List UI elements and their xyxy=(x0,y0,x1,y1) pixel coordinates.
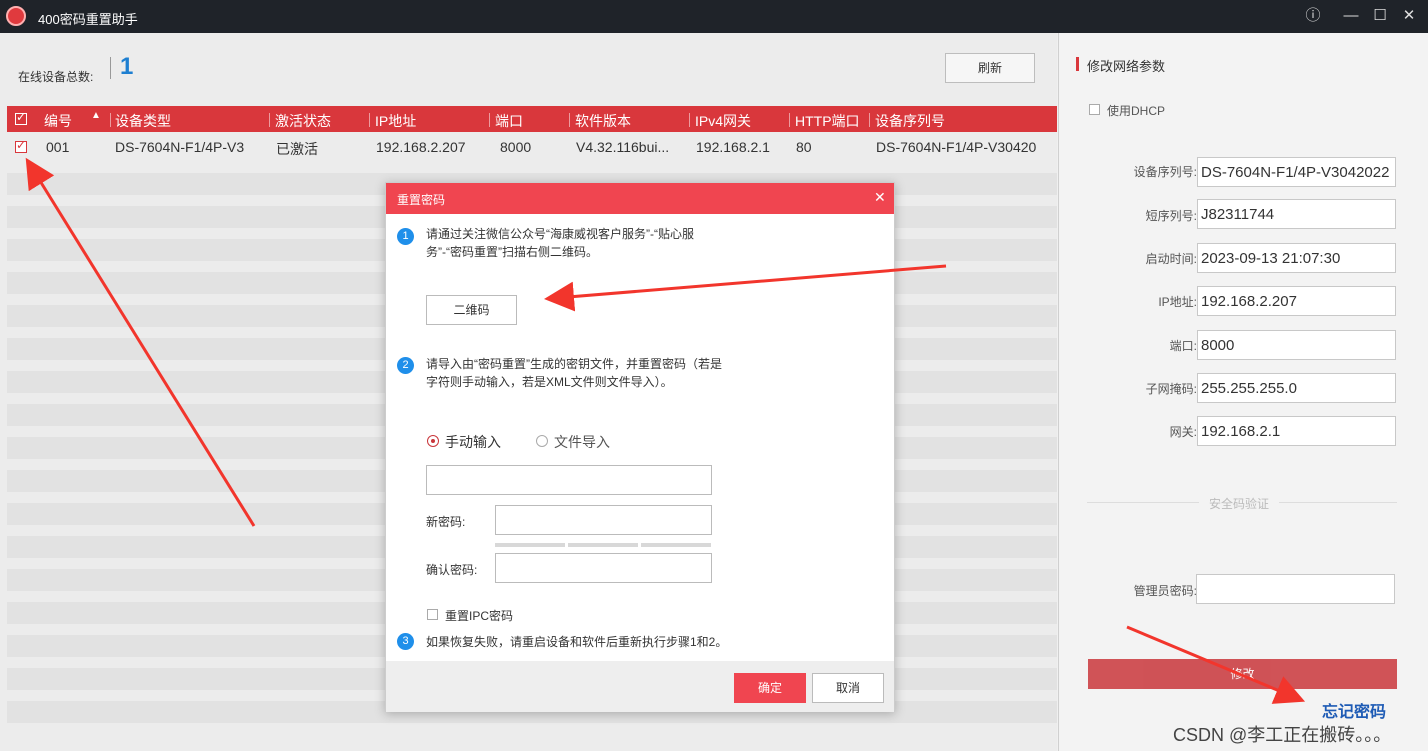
step-3-text: 如果恢复失败，请重启设备和软件后重新执行步骤1和2。 xyxy=(426,635,728,649)
info-icon[interactable]: ⓘ xyxy=(1303,6,1323,26)
port-field[interactable]: 8000 xyxy=(1197,330,1396,360)
boot-time-field[interactable]: 2023-09-13 21:07:30 xyxy=(1197,243,1396,273)
close-icon[interactable]: ✕ xyxy=(1399,6,1419,26)
cancel-button[interactable]: 取消 xyxy=(812,673,884,703)
sort-asc-icon[interactable]: ▲ xyxy=(91,110,101,121)
gateway-label: 网关: xyxy=(1169,425,1197,439)
title-bar: 400密码重置助手 ⓘ — ☐ ✕ xyxy=(0,0,1428,33)
column-divider xyxy=(489,113,490,127)
dhcp-label: 使用DHCP xyxy=(1107,104,1166,118)
file-import-label[interactable]: 文件导入 xyxy=(554,432,610,452)
row-checkbox[interactable] xyxy=(15,138,27,153)
column-header-ip[interactable]: IP地址 xyxy=(375,111,416,131)
column-divider xyxy=(689,113,690,127)
serial-field[interactable]: DS-7604N-F1/4P-V3042022 xyxy=(1197,157,1396,187)
short-serial-field[interactable]: J82311744 xyxy=(1197,199,1396,229)
subnet-mask-field[interactable]: 255.255.255.0 xyxy=(1197,373,1396,403)
security-code-divider-label[interactable]: 安全码验证 xyxy=(1199,495,1280,512)
admin-password-label: 管理员密码: xyxy=(1133,584,1197,598)
qr-code-button[interactable]: 二维码 xyxy=(426,295,517,325)
password-strength-bar xyxy=(641,543,711,547)
divider xyxy=(110,57,111,79)
window-title: 400密码重置助手 xyxy=(38,12,138,27)
password-strength-bar xyxy=(495,543,565,547)
key-input[interactable] xyxy=(426,465,712,495)
column-divider xyxy=(110,113,111,127)
app-logo-icon xyxy=(6,6,26,26)
confirm-password-label: 确认密码: xyxy=(426,563,478,577)
serial-label: 设备序列号: xyxy=(1133,165,1197,179)
refresh-button[interactable]: 刷新 xyxy=(945,53,1035,83)
port-label: 端口: xyxy=(1169,339,1197,353)
cell-gateway: 192.168.2.1 xyxy=(696,139,770,155)
column-divider xyxy=(269,113,270,127)
ip-field[interactable]: 192.168.2.207 xyxy=(1197,286,1396,316)
new-password-label: 新密码: xyxy=(426,515,466,529)
column-header-id[interactable]: 编号 xyxy=(44,111,72,131)
cell-version: V4.32.116bui... xyxy=(576,139,670,155)
gateway-field[interactable]: 192.168.2.1 xyxy=(1197,416,1396,446)
dialog-close-icon[interactable]: ✕ xyxy=(874,189,886,206)
confirm-button[interactable]: 确定 xyxy=(734,673,806,703)
heading-accent xyxy=(1076,57,1079,71)
step-1-badge: 1 xyxy=(397,228,414,245)
cell-type: DS-7604N-F1/4P-V3 xyxy=(115,139,245,155)
reset-ipc-label[interactable]: 重置IPC密码 xyxy=(445,607,513,624)
maximize-icon[interactable]: ☐ xyxy=(1370,6,1390,26)
dialog-header: 重置密码 ✕ xyxy=(386,183,894,214)
minimize-icon[interactable]: — xyxy=(1341,6,1361,26)
cell-port: 8000 xyxy=(500,139,532,155)
admin-password-field[interactable] xyxy=(1196,574,1395,604)
column-header-port[interactable]: 端口 xyxy=(495,111,523,131)
step-1-text-line2: 务”-“密码重置”扫描右侧二维码。 xyxy=(426,245,598,259)
cell-http-port: 80 xyxy=(796,139,812,155)
dhcp-checkbox[interactable] xyxy=(1089,104,1100,115)
device-total-count: 1 xyxy=(120,53,134,80)
password-strength-bar xyxy=(568,543,638,547)
network-params-panel: 修改网络参数 使用DHCP 设备序列号: DS-7604N-F1/4P-V304… xyxy=(1058,33,1428,751)
table-row[interactable]: 001 DS-7604N-F1/4P-V3 已激活 192.168.2.207 … xyxy=(7,132,1057,162)
cell-id: 001 xyxy=(46,139,70,155)
confirm-password-field[interactable] xyxy=(495,553,712,583)
file-import-radio[interactable] xyxy=(536,435,548,447)
column-header-serial[interactable]: 设备序列号 xyxy=(875,111,945,131)
column-header-http-port[interactable]: HTTP端口 xyxy=(795,111,860,131)
step-2-badge: 2 xyxy=(397,357,414,374)
reset-ipc-checkbox[interactable] xyxy=(427,609,438,620)
cell-status: 已激活 xyxy=(276,141,318,157)
column-divider xyxy=(569,113,570,127)
column-divider xyxy=(869,113,870,127)
table-header: 编号 ▲ 设备类型 激活状态 IP地址 端口 软件版本 IPv4网关 HTTP端… xyxy=(7,106,1057,132)
column-divider xyxy=(789,113,790,127)
manual-input-radio[interactable] xyxy=(427,435,439,447)
modify-button[interactable]: 修改 xyxy=(1088,659,1397,689)
ip-label: IP地址: xyxy=(1158,295,1197,309)
panel-heading: 修改网络参数 xyxy=(1087,59,1166,74)
csdn-watermark: CSDN @李工正在搬砖。。。 xyxy=(1173,725,1392,745)
dialog-title: 重置密码 xyxy=(397,193,446,207)
step-3-badge: 3 xyxy=(397,633,414,650)
new-password-field[interactable] xyxy=(495,505,712,535)
column-divider xyxy=(369,113,370,127)
device-total-label: 在线设备总数: xyxy=(18,70,94,84)
column-header-status[interactable]: 激活状态 xyxy=(275,111,331,131)
forget-password-link[interactable]: 忘记密码 xyxy=(1322,698,1386,722)
column-header-type[interactable]: 设备类型 xyxy=(115,111,171,131)
step-1-text-line1: 请通过关注微信公众号“海康威视客户服务”-“贴心服 xyxy=(426,227,694,241)
step-2-text-line2: 字符则手动输入，若是XML文件则文件导入）。 xyxy=(426,375,673,389)
select-all-checkbox[interactable] xyxy=(15,110,27,125)
boot-time-label: 启动时间: xyxy=(1145,252,1197,266)
manual-input-label[interactable]: 手动输入 xyxy=(445,432,501,452)
reset-password-dialog: 重置密码 ✕ 1 请通过关注微信公众号“海康威视客户服务”-“贴心服 务”-“密… xyxy=(385,182,895,712)
device-table: 编号 ▲ 设备类型 激活状态 IP地址 端口 软件版本 IPv4网关 HTTP端… xyxy=(7,106,1057,162)
column-header-version[interactable]: 软件版本 xyxy=(575,111,631,131)
cell-serial: DS-7604N-F1/4P-V30420 xyxy=(876,139,1037,155)
cell-ip: 192.168.2.207 xyxy=(376,139,466,155)
column-header-gateway[interactable]: IPv4网关 xyxy=(695,111,751,131)
step-2-text-line1: 请导入由“密码重置”生成的密钥文件，并重置密码（若是 xyxy=(426,357,722,371)
short-serial-label: 短序列号: xyxy=(1145,209,1197,223)
subnet-mask-label: 子网掩码: xyxy=(1145,382,1197,396)
